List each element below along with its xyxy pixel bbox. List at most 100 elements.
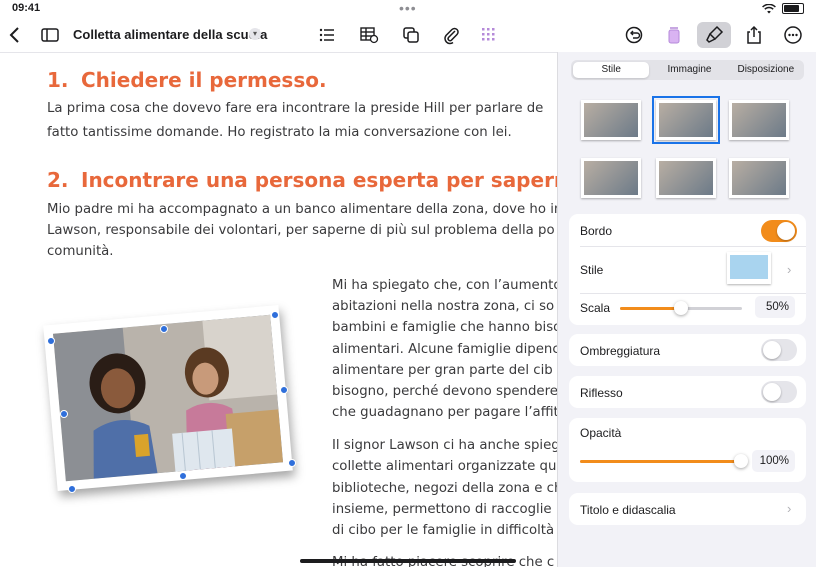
paragraph-line[interactable]: abitazioni nella nostra zona, ci so: [332, 299, 554, 314]
undo-icon[interactable]: [621, 22, 647, 48]
border-toggle[interactable]: [761, 220, 797, 242]
opacity-slider[interactable]: [580, 454, 748, 468]
paragraph-line[interactable]: fatto tantissime domande. Ho registrato …: [47, 125, 512, 140]
resize-handle[interactable]: [280, 386, 288, 394]
shadow-card: Ombreggiatura: [569, 334, 806, 366]
scale-slider[interactable]: [620, 301, 742, 315]
wifi-icon: [762, 3, 776, 13]
divider: [580, 246, 806, 247]
reflection-label: Riflesso: [580, 386, 623, 400]
preset-image: [732, 161, 786, 195]
multitasking-dots-icon[interactable]: •••: [399, 0, 417, 16]
caption-card[interactable]: Titolo e didascalia ›: [569, 493, 806, 525]
resize-handle[interactable]: [60, 410, 68, 418]
document-canvas[interactable]: 1. Chiedere il permesso. La prima cosa ch…: [0, 52, 557, 567]
preset-image: [659, 161, 713, 195]
style-preset[interactable]: [729, 158, 789, 198]
paragraph-line[interactable]: biblioteche, negozi della zona e ch: [332, 481, 557, 496]
style-preset-selected[interactable]: [652, 96, 720, 144]
resize-handle[interactable]: [271, 311, 279, 319]
tab-image[interactable]: Immagine: [651, 60, 727, 80]
scale-label: Scala: [580, 301, 611, 315]
format-brush-icon[interactable]: [697, 22, 731, 48]
heading-1-number: 1.: [47, 68, 69, 92]
preset-image: [584, 103, 638, 137]
heading-2[interactable]: 2. Incontrare una persona esperta per sap…: [47, 168, 557, 192]
paragraph-line[interactable]: Il signor Lawson ci ha anche spieg: [332, 438, 557, 453]
style-preset[interactable]: [729, 100, 789, 140]
paragraph-line[interactable]: alimentare per gran parte del cib: [332, 363, 553, 378]
paragraph-line[interactable]: alimentari. Alcune famiglie dipenc: [332, 342, 557, 357]
border-style-label: Stile: [580, 263, 604, 277]
paragraph-line[interactable]: bisogno, perché devono spendere: [332, 384, 557, 399]
border-card: Bordo Stile › Scala 50%: [569, 214, 806, 325]
heading-1-text: Chiedere il permesso.: [81, 68, 327, 92]
chevron-right-icon[interactable]: ›: [787, 501, 791, 516]
grid-dots-icon[interactable]: [476, 22, 502, 48]
tab-arrangement[interactable]: Disposizione: [728, 60, 804, 80]
preset-image: [584, 161, 638, 195]
system-indicators: [762, 3, 804, 14]
photo-illustration: [52, 314, 284, 482]
document-title[interactable]: Colletta alimentare della scuola: [73, 27, 267, 42]
paperclip-icon[interactable]: [438, 22, 464, 48]
heading-2-number: 2.: [47, 168, 69, 192]
format-panel: Stile Immagine Disposizione Bordo Stile …: [557, 52, 816, 567]
resize-handle[interactable]: [179, 472, 187, 480]
format-tabs: Stile Immagine Disposizione: [571, 60, 804, 80]
opacity-card: Opacità 100%: [569, 418, 806, 482]
paragraph-line[interactable]: Lawson, responsabile dei volontari, per …: [47, 223, 555, 238]
opacity-slider-fill: [580, 460, 741, 463]
back-icon[interactable]: [2, 22, 28, 48]
paragraph-line[interactable]: che guadagnano per pagare l’affit: [332, 405, 557, 420]
more-icon[interactable]: [780, 22, 806, 48]
opacity-slider-knob[interactable]: [734, 454, 748, 468]
caption-label: Titolo e didascalia: [580, 503, 676, 517]
paragraph-line[interactable]: insieme, permettono di raccoglie: [332, 502, 552, 517]
chevron-right-icon[interactable]: ›: [787, 262, 791, 277]
opacity-label: Opacità: [580, 426, 622, 440]
layers-icon[interactable]: [661, 22, 687, 48]
selected-photo[interactable]: [43, 305, 293, 491]
tab-style[interactable]: Stile: [573, 62, 650, 78]
heading-2-text: Incontrare una persona esperta per saper…: [81, 168, 557, 192]
resize-handle[interactable]: [47, 337, 55, 345]
border-style-preview[interactable]: [727, 252, 771, 284]
border-label: Bordo: [580, 224, 613, 238]
preset-image: [659, 103, 713, 137]
photo-image: [52, 314, 284, 482]
reflection-toggle[interactable]: [761, 381, 797, 403]
paragraph-line[interactable]: Mio padre mi ha accompagnato a un banco …: [47, 202, 557, 217]
paragraph-line[interactable]: comunità.: [47, 244, 114, 259]
shadow-toggle[interactable]: [761, 339, 797, 361]
scale-value[interactable]: 50%: [755, 296, 795, 318]
share-icon[interactable]: [741, 22, 767, 48]
style-preset[interactable]: [656, 158, 716, 198]
scale-slider-fill: [620, 307, 681, 310]
resize-handle[interactable]: [68, 485, 76, 493]
paragraph-line[interactable]: La prima cosa che dovevo fare era incont…: [47, 101, 543, 116]
divider: [580, 293, 806, 294]
heading-1[interactable]: 1. Chiedere il permesso.: [47, 68, 327, 92]
chevron-down-icon[interactable]: ▾: [249, 28, 261, 40]
paragraph-line[interactable]: bambini e famiglie che hanno biso: [332, 320, 557, 335]
style-preset[interactable]: [581, 158, 641, 198]
paragraph-line[interactable]: Mi ha spiegato che, con l’aumento: [332, 278, 557, 293]
resize-handle[interactable]: [288, 459, 296, 467]
scale-slider-knob[interactable]: [674, 301, 688, 315]
opacity-value[interactable]: 100%: [752, 450, 795, 472]
table-icon[interactable]: [356, 22, 382, 48]
list-icon[interactable]: [314, 22, 340, 48]
sidebar-icon[interactable]: [37, 22, 63, 48]
preset-image: [732, 103, 786, 137]
border-style-swatch: [730, 255, 768, 279]
paragraph-line[interactable]: di cibo per le famiglie in difficoltà: [332, 523, 554, 538]
resize-handle[interactable]: [160, 325, 168, 333]
status-bar: 09:41 •••: [0, 0, 816, 16]
paragraph-line[interactable]: collette alimentari organizzate qu: [332, 459, 556, 474]
shapes-icon[interactable]: [398, 22, 424, 48]
battery-icon: [782, 3, 804, 14]
status-time: 09:41: [12, 2, 41, 14]
home-indicator[interactable]: [300, 559, 516, 563]
style-preset[interactable]: [581, 100, 641, 140]
